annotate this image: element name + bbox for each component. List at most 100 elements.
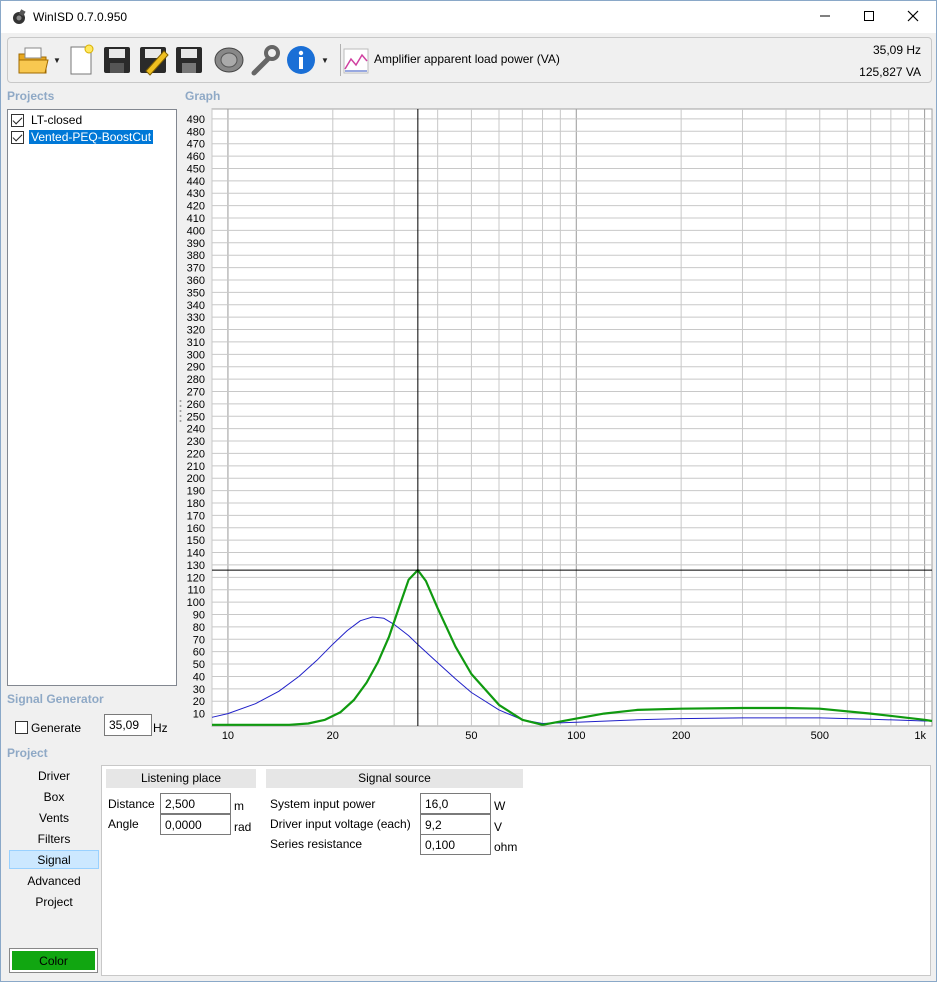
system-input-power-unit: W: [494, 799, 506, 813]
nav-item-filters[interactable]: Filters: [9, 830, 99, 849]
system-input-power-label: System input power: [270, 797, 376, 811]
open-folder-icon[interactable]: [16, 43, 50, 77]
series-resistance-unit: ohm: [494, 840, 518, 854]
project-name[interactable]: Vented-PEQ-BoostCut: [27, 129, 155, 145]
wrench-tools-icon[interactable]: [248, 43, 282, 77]
x-tick-label: 200: [672, 730, 690, 742]
y-tick-label: 290: [187, 362, 205, 374]
window-title: WinISD 0.7.0.950: [33, 10, 128, 24]
y-tick-label: 160: [187, 523, 205, 535]
save-icon[interactable]: [100, 43, 134, 77]
listening-place-header: Listening place: [106, 769, 256, 788]
generator-frequency-unit: Hz: [153, 721, 168, 735]
angle-label: Angle: [108, 817, 139, 831]
toolbar-separator: [340, 44, 341, 76]
save-as-icon[interactable]: [172, 43, 206, 77]
minimize-icon: [820, 15, 830, 17]
project-section-label: Project: [7, 746, 48, 760]
project-name[interactable]: LT-closed: [29, 113, 84, 127]
nav-item-project[interactable]: Project: [9, 893, 99, 912]
project-checkbox[interactable]: [11, 130, 24, 144]
y-tick-label: 260: [187, 399, 205, 411]
x-tick-label: 1k: [914, 730, 926, 742]
new-project-icon[interactable]: [64, 43, 98, 77]
y-tick-label: 40: [193, 671, 205, 683]
cursor-frequency-readout: 35,09 Hz: [872, 43, 921, 57]
y-tick-label: 350: [187, 287, 205, 299]
distance-label: Distance: [108, 797, 155, 811]
distance-field[interactable]: 2,500: [160, 793, 231, 814]
generator-frequency-input[interactable]: 35,09: [104, 714, 152, 736]
y-tick-label: 140: [187, 548, 205, 560]
system-input-power-field[interactable]: 16,0: [420, 793, 491, 814]
driver-input-voltage-unit: V: [494, 820, 503, 834]
y-tick-label: 20: [193, 696, 205, 708]
cursor-value-readout: 125,827 VA: [859, 65, 921, 79]
graph-type-label[interactable]: Amplifier apparent load power (VA): [374, 52, 560, 66]
nav-item-driver[interactable]: Driver: [9, 767, 99, 786]
info-icon[interactable]: [284, 43, 318, 77]
y-tick-label: 440: [187, 176, 205, 188]
nav-item-box[interactable]: Box: [9, 788, 99, 807]
toolbar: ▼ ▼ Amplifier apparent load power (VA) 3…: [7, 37, 932, 83]
close-button[interactable]: [890, 1, 936, 31]
edit-project-icon[interactable]: [136, 43, 170, 77]
maximize-button[interactable]: [846, 1, 892, 31]
project-item[interactable]: Vented-PEQ-BoostCut: [11, 129, 155, 145]
plot-area: [211, 108, 933, 727]
distance-unit: m: [234, 799, 244, 813]
maximize-icon: [864, 11, 874, 21]
y-tick-label: 480: [187, 126, 205, 138]
series-resistance-label: Series resistance: [270, 837, 363, 851]
angle-field[interactable]: 0,0000: [160, 814, 231, 835]
graph-type-icon[interactable]: [342, 47, 370, 75]
y-tick-label: 330: [187, 312, 205, 324]
signal-panel: Listening place Signal source Distance 2…: [101, 765, 931, 976]
y-tick-label: 380: [187, 250, 205, 262]
x-tick-label: 50: [465, 730, 477, 742]
project-item[interactable]: LT-closed: [11, 112, 84, 128]
y-tick-label: 470: [187, 139, 205, 151]
y-tick-label: 300: [187, 349, 205, 361]
y-tick-label: 230: [187, 436, 205, 448]
open-dropdown-icon[interactable]: ▼: [53, 56, 61, 65]
nav-item-advanced[interactable]: Advanced: [9, 872, 99, 891]
nav-item-signal[interactable]: Signal: [9, 850, 99, 869]
projects-list[interactable]: LT-closed Vented-PEQ-BoostCut: [7, 109, 177, 686]
driver-editor-icon[interactable]: [212, 43, 246, 77]
y-tick-label: 490: [187, 114, 205, 126]
color-swatch: Color: [12, 951, 95, 970]
signal-generator-section-label: Signal Generator: [7, 692, 104, 706]
info-dropdown-icon[interactable]: ▼: [321, 56, 329, 65]
x-tick-label: 500: [811, 730, 829, 742]
graph-section-label: Graph: [185, 89, 221, 103]
y-tick-label: 270: [187, 386, 205, 398]
y-tick-label: 430: [187, 188, 205, 200]
driver-input-voltage-field[interactable]: 9,2: [420, 814, 491, 835]
y-tick-label: 210: [187, 461, 205, 473]
nav-item-vents[interactable]: Vents: [9, 809, 99, 828]
series-resistance-field[interactable]: 0,100: [420, 834, 491, 855]
project-checkbox[interactable]: [11, 113, 24, 127]
y-tick-label: 50: [193, 659, 205, 671]
angle-unit: rad: [234, 820, 252, 834]
x-tick-label: 100: [567, 730, 585, 742]
y-tick-label: 70: [193, 634, 205, 646]
x-tick-label: 20: [327, 730, 339, 742]
y-tick-label: 110: [187, 585, 205, 597]
color-button[interactable]: Color: [9, 948, 98, 973]
projects-section-label: Projects: [7, 89, 55, 103]
app-window: WinISD 0.7.0.950 ▼ ▼ Amplifier apparent …: [0, 0, 937, 982]
y-tick-label: 80: [193, 622, 205, 634]
app-logo-icon: [13, 9, 26, 24]
generate-checkbox[interactable]: [15, 721, 28, 734]
y-tick-label: 360: [187, 275, 205, 287]
response-graph[interactable]: 1020304050607080901001101201301401501601…: [179, 105, 937, 745]
x-tick-label: 10: [222, 730, 234, 742]
driver-input-voltage-label: Driver input voltage (each): [270, 817, 411, 831]
signal-source-header: Signal source: [266, 769, 523, 788]
minimize-button[interactable]: [802, 1, 848, 31]
y-tick-label: 450: [187, 163, 205, 175]
y-tick-label: 170: [187, 510, 205, 522]
y-tick-label: 60: [193, 647, 205, 659]
